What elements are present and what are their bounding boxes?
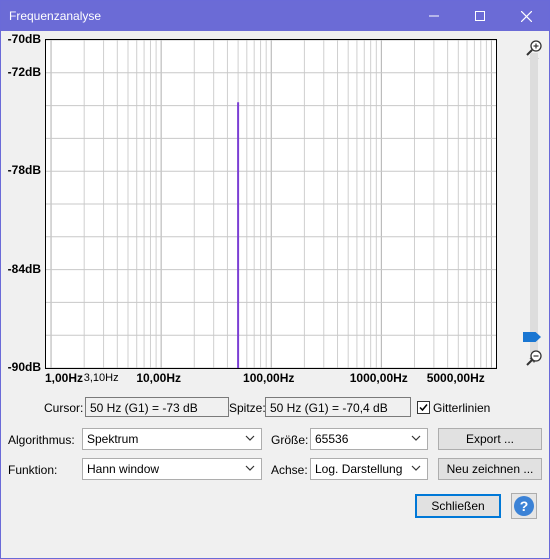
x-tick-label: 10,00Hz: [136, 371, 182, 385]
axis-select[interactable]: Log. Darstellung: [310, 458, 428, 480]
x-tick-label: 100,00Hz: [243, 371, 295, 385]
svg-text:?: ?: [520, 498, 529, 514]
export-button[interactable]: Export ...: [438, 428, 542, 450]
chevron-down-icon: [411, 435, 421, 441]
algorithm-select[interactable]: Spektrum: [82, 428, 262, 450]
algorithm-value: Spektrum: [87, 432, 139, 446]
function-select[interactable]: Hann window: [82, 458, 262, 480]
close-button[interactable]: Schließen: [415, 494, 501, 518]
peak-value-field: 50 Hz (G1) = -70,4 dB: [265, 397, 411, 417]
chevron-down-icon: [411, 465, 421, 471]
y-tick-label: -72dB: [7, 64, 41, 79]
axis-label: Achse:: [271, 463, 308, 477]
x-tick-label: 1000,00Hz: [349, 371, 408, 385]
spectrum-graph[interactable]: [45, 39, 497, 369]
function-value: Hann window: [87, 462, 160, 476]
frequency-analysis-window: Frequenzanalyse -70dB -72dB -78dB -84dB -90d…: [0, 0, 550, 559]
algorithm-label: Algorithmus:: [8, 433, 75, 447]
axis-value: Log. Darstellung: [315, 462, 403, 476]
zoom-out-icon[interactable]: [525, 349, 543, 367]
size-value: 65536: [315, 432, 349, 446]
title-bar: Frequenzanalyse: [1, 1, 549, 31]
y-tick-label: -70dB: [7, 32, 41, 46]
zoom-slider-thumb[interactable]: [523, 332, 541, 342]
y-tick-label: -90dB: [7, 360, 41, 374]
checkmark-icon: [419, 404, 428, 412]
x-axis-labels: 1,00Hz 3,10Hz 10,00Hz 100,00Hz 1000,00Hz 5000…: [45, 369, 495, 389]
gridlines-label: Gitterlinien: [433, 401, 491, 415]
spectrum-plot: [46, 39, 496, 369]
close-window-button[interactable]: [503, 1, 549, 31]
minimize-button[interactable]: [411, 1, 457, 31]
minimize-icon: [429, 15, 439, 17]
size-select[interactable]: 65536: [310, 428, 428, 450]
x-tick-label: 1,00Hz: [45, 371, 84, 385]
redraw-button[interactable]: Neu zeichnen ...: [438, 458, 542, 480]
gridlines-checkbox[interactable]: [417, 401, 430, 414]
x-tick-label: 3,10Hz: [83, 372, 119, 384]
zoom-control: [521, 39, 547, 369]
maximize-button[interactable]: [457, 1, 503, 31]
size-label: Größe:: [271, 433, 309, 447]
chevron-down-icon: [245, 435, 255, 441]
function-label: Funktion:: [8, 463, 58, 477]
window-title: Frequenzanalyse: [9, 9, 102, 23]
y-tick-label: -84dB: [7, 261, 41, 276]
y-tick-label: -78dB: [7, 163, 41, 178]
close-icon: [520, 10, 532, 22]
chevron-down-icon: [245, 465, 255, 471]
x-tick-label: 5000,00Hz: [426, 371, 485, 385]
help-icon[interactable]: ?: [511, 493, 537, 519]
peak-label: Spitze:: [229, 401, 266, 415]
zoom-slider-track[interactable]: [530, 53, 538, 353]
cursor-value-field: 50 Hz (G1) = -73 dB: [85, 397, 229, 417]
plot-area: -70dB -72dB -78dB -84dB -90dB 1,00Hz 3,10Hz 10…: [1, 31, 549, 391]
cursor-label: Cursor:: [44, 401, 84, 415]
maximize-icon: [475, 11, 485, 21]
